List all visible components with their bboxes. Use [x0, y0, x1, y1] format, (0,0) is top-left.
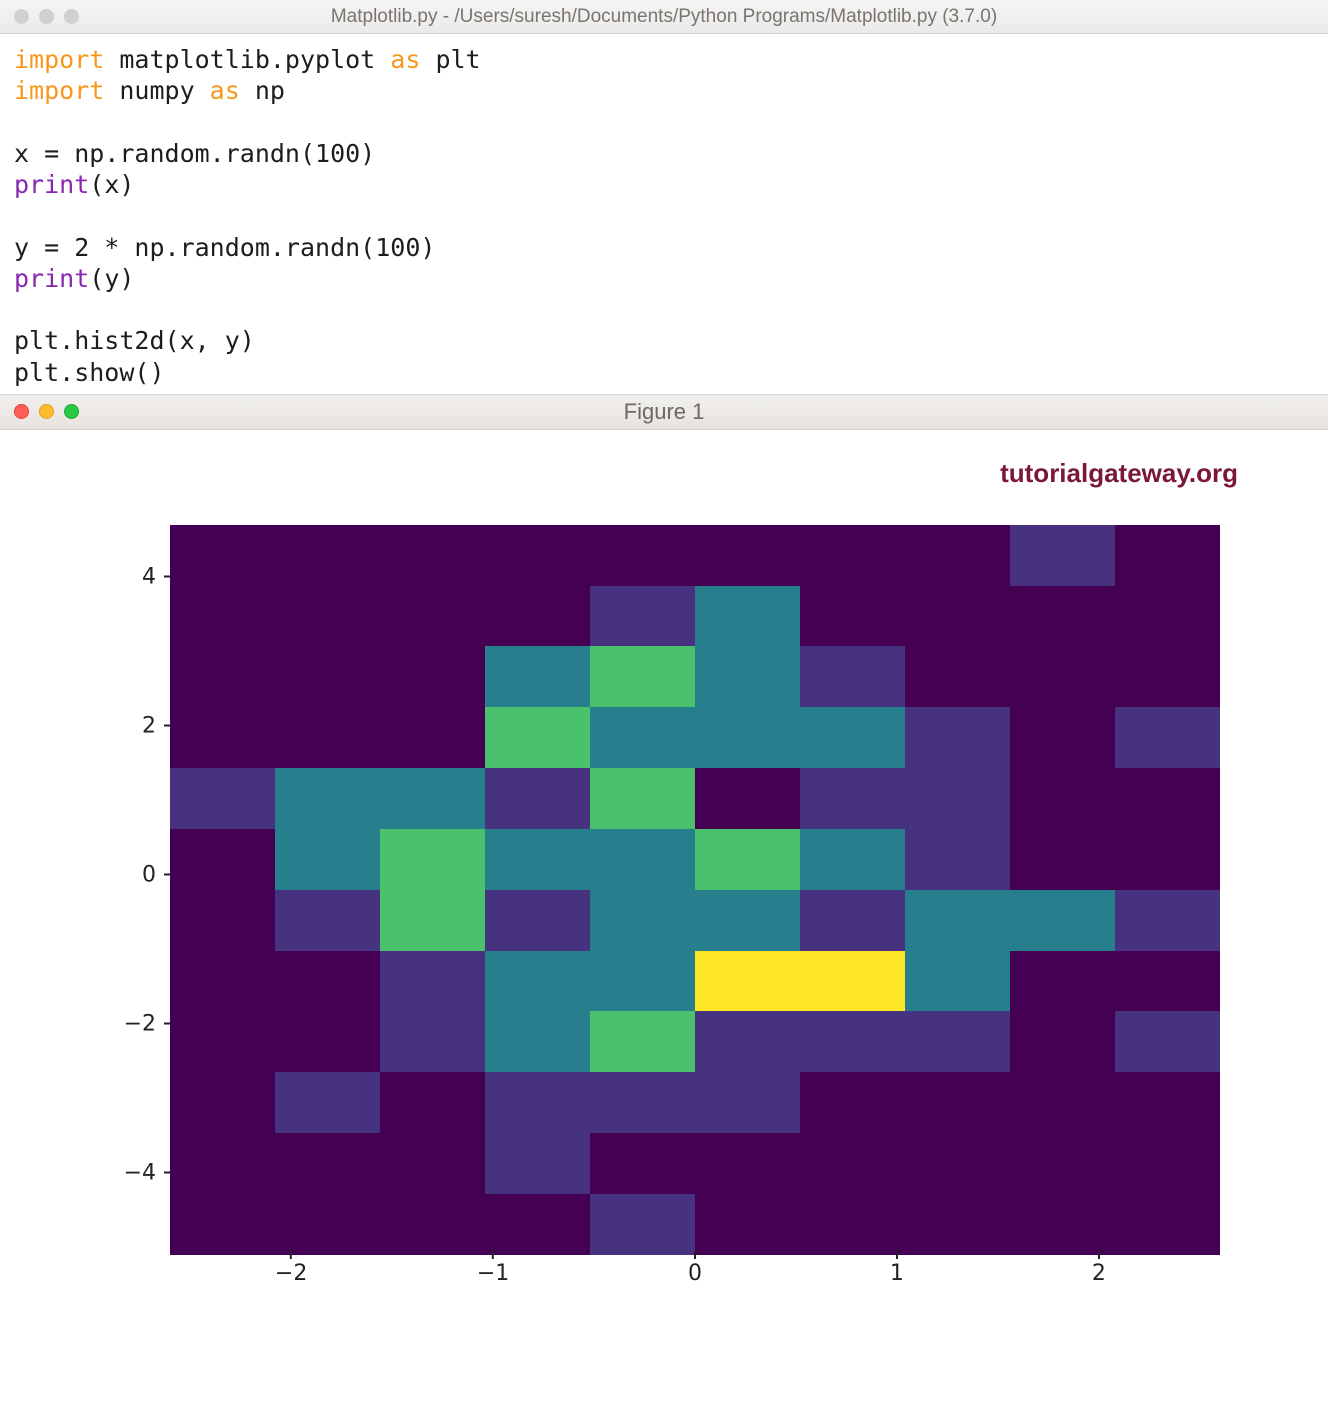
- editor-window: Matplotlib.py - /Users/suresh/Documents/…: [0, 0, 1328, 394]
- heatmap-cell: [800, 707, 905, 768]
- hist2d-chart: −4 −2 0 2 4 −2 −1 0 1 2: [0, 515, 1328, 1335]
- heatmap-cell: [590, 707, 695, 768]
- heatmap-cell: [1115, 1011, 1220, 1072]
- heatmap-cell: [905, 1011, 1010, 1072]
- heatmap-cell: [380, 829, 485, 890]
- heatmap-cell: [800, 1011, 905, 1072]
- y-tick-label: 0: [96, 862, 156, 887]
- heatmap-cell: [695, 951, 800, 1012]
- heatmap-cell: [590, 829, 695, 890]
- heatmap-cell: [275, 890, 380, 951]
- close-icon[interactable]: [14, 9, 29, 24]
- heatmap-cell: [800, 890, 905, 951]
- heatmap-cell: [1010, 890, 1115, 951]
- heatmap-cell: [380, 1011, 485, 1072]
- heatmap-cell: [170, 768, 275, 829]
- editor-titlebar[interactable]: Matplotlib.py - /Users/suresh/Documents/…: [0, 0, 1328, 34]
- heatmap-cell: [1115, 707, 1220, 768]
- heatmap-cell: [695, 1072, 800, 1133]
- heatmap-cell: [485, 1072, 590, 1133]
- heatmap-cell: [905, 890, 1010, 951]
- y-tick-label: −4: [96, 1160, 156, 1185]
- watermark-text: tutorialgateway.org: [0, 458, 1328, 489]
- figure-title: Figure 1: [0, 399, 1328, 425]
- heatmap-cell: [800, 951, 905, 1012]
- x-axis: −2 −1 0 1 2: [170, 1255, 1220, 1315]
- heatmap-cell: [485, 890, 590, 951]
- figure-body: tutorialgateway.org −4 −2 0 2 4 −2 −1 0 1 2: [0, 430, 1328, 1335]
- heatmap-cell: [590, 1072, 695, 1133]
- heatmap-cell: [485, 829, 590, 890]
- heatmap-cell: [590, 586, 695, 647]
- heatmap-cell: [485, 951, 590, 1012]
- y-tick-label: 4: [96, 564, 156, 589]
- window-controls: [14, 404, 79, 419]
- editor-title: Matplotlib.py - /Users/suresh/Documents/…: [0, 6, 1328, 28]
- minimize-icon[interactable]: [39, 9, 54, 24]
- heatmap-cell: [695, 890, 800, 951]
- x-tick-label: 1: [890, 1261, 904, 1286]
- x-tick-label: −1: [477, 1261, 509, 1286]
- heatmap-cell: [800, 768, 905, 829]
- heatmap-cell: [485, 707, 590, 768]
- x-tick-label: −2: [275, 1261, 307, 1286]
- heatmap-cell: [380, 768, 485, 829]
- heatmap-cell: [590, 890, 695, 951]
- heatmap-cell: [695, 707, 800, 768]
- close-icon[interactable]: [14, 404, 29, 419]
- heatmap-cell: [695, 1011, 800, 1072]
- heatmap-cell: [485, 646, 590, 707]
- zoom-icon[interactable]: [64, 404, 79, 419]
- window-controls: [14, 9, 79, 24]
- heatmap-cell: [800, 829, 905, 890]
- heatmap-cell: [485, 1133, 590, 1194]
- heatmap-cell: [905, 951, 1010, 1012]
- y-tick-label: 2: [96, 713, 156, 738]
- figure-window: Figure 1 tutorialgateway.org −4−2024 −2−…: [0, 394, 1328, 1335]
- heatmap-cell: [590, 768, 695, 829]
- code-editor[interactable]: import matplotlib.pyplot as pltimport nu…: [0, 34, 1328, 394]
- heatmap-cell: [380, 951, 485, 1012]
- heatmap-cell: [485, 1011, 590, 1072]
- heatmap-cell: [380, 890, 485, 951]
- y-axis: −4 −2 0 2 4: [0, 525, 168, 1255]
- heatmap-cell: [590, 951, 695, 1012]
- heatmap-cell: [485, 768, 590, 829]
- heatmap-cell: [905, 707, 1010, 768]
- heatmap-cell: [1010, 525, 1115, 586]
- heatmap-cell: [695, 586, 800, 647]
- heatmap-cell: [800, 646, 905, 707]
- heatmap-cell: [275, 1072, 380, 1133]
- plot-area: [170, 525, 1220, 1255]
- heatmap-cell: [695, 829, 800, 890]
- x-tick-label: 2: [1092, 1261, 1106, 1286]
- heatmap-cell: [695, 646, 800, 707]
- heatmap-cell: [590, 646, 695, 707]
- heatmap-cell: [275, 768, 380, 829]
- heatmap-cell: [905, 768, 1010, 829]
- heatmap-cell: [590, 1011, 695, 1072]
- figure-titlebar[interactable]: Figure 1: [0, 394, 1328, 430]
- heatmap-cell: [905, 829, 1010, 890]
- heatmap-cell: [1115, 890, 1220, 951]
- heatmap-cell: [590, 1194, 695, 1255]
- minimize-icon[interactable]: [39, 404, 54, 419]
- zoom-icon[interactable]: [64, 9, 79, 24]
- x-tick-label: 0: [688, 1261, 702, 1286]
- y-tick-label: −2: [96, 1011, 156, 1036]
- heatmap-cell: [275, 829, 380, 890]
